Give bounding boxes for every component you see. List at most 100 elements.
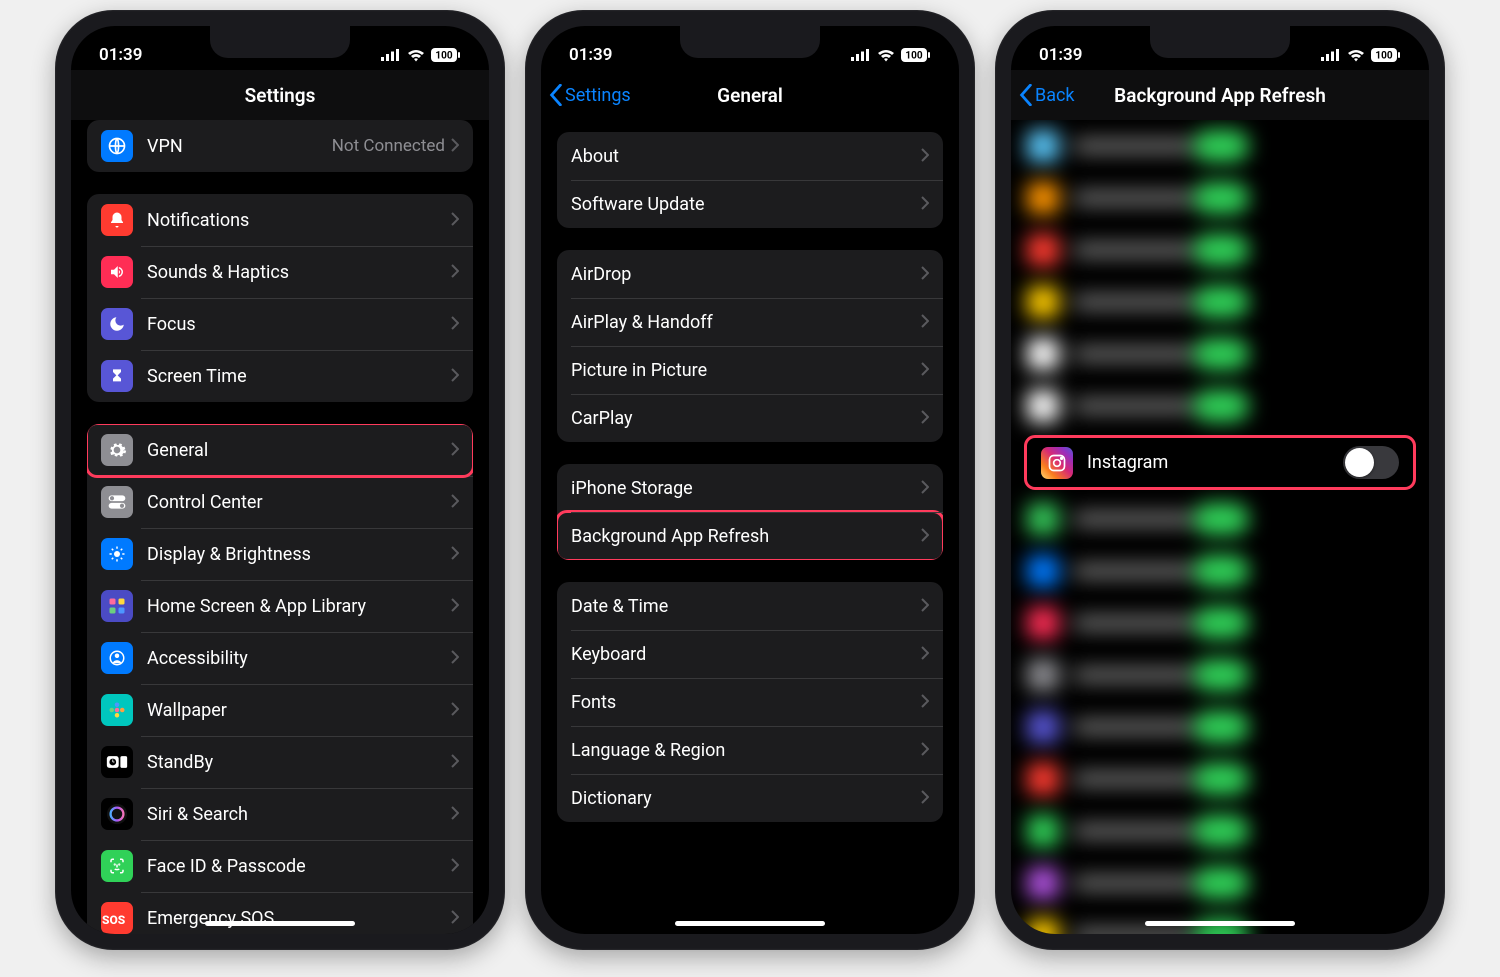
row-label: Wallpaper [147,700,451,721]
status-time: 01:39 [99,45,142,65]
settings-row[interactable]: Control Center [87,476,473,528]
chevron-right-icon [451,909,459,928]
chevron-right-icon [921,645,929,664]
settings-row[interactable]: Accessibility [87,632,473,684]
settings-row[interactable]: Language & Region [557,726,943,774]
row-label: Focus [147,314,451,335]
settings-row[interactable]: General [87,424,473,476]
nav-bar: Settings [71,70,489,120]
settings-row[interactable]: Wallpaper [87,684,473,736]
sos-icon: SOS [101,902,133,934]
phone-settings: 01:39 100 Settings VPN Not Connected Not… [55,10,505,950]
chevron-right-icon [921,409,929,428]
person-icon [101,642,133,674]
settings-row[interactable]: Dictionary [557,774,943,822]
toggle-instagram[interactable] [1343,446,1399,479]
settings-row[interactable]: Keyboard [557,630,943,678]
home-indicator[interactable] [205,921,355,926]
chevron-right-icon [921,265,929,284]
chevron-right-icon [451,211,459,230]
settings-row[interactable]: Fonts [557,678,943,726]
chevron-right-icon [921,313,929,332]
settings-list[interactable]: VPN Not Connected NotificationsSounds & … [71,120,489,934]
settings-row[interactable]: Display & Brightness [87,528,473,580]
home-indicator[interactable] [1145,921,1295,926]
row-label: iPhone Storage [571,478,921,499]
page-title: General [717,84,783,107]
settings-row[interactable]: Siri & Search [87,788,473,840]
chevron-right-icon [451,367,459,386]
settings-row[interactable]: Face ID & Passcode [87,840,473,892]
settings-row[interactable]: AirPlay & Handoff [557,298,943,346]
chevron-right-icon [921,147,929,166]
back-button[interactable]: Settings [549,84,631,106]
battery-icon: 100 [1371,48,1401,62]
back-label: Settings [565,85,631,106]
settings-row[interactable]: Notifications [87,194,473,246]
settings-row[interactable]: Background App Refresh [557,512,943,560]
row-label: AirDrop [571,264,921,285]
row-label: About [571,146,921,167]
row-label: Language & Region [571,740,921,761]
row-label: General [147,440,451,461]
settings-row[interactable]: Sounds & Haptics [87,246,473,298]
chevron-right-icon [921,527,929,546]
moon-icon [101,308,133,340]
cellular-icon [851,49,871,61]
standby-icon [101,746,133,778]
app-row-instagram[interactable]: Instagram [1027,438,1413,487]
home-indicator[interactable] [675,921,825,926]
settings-row[interactable]: iPhone Storage [557,464,943,512]
blurred-app-row [1027,493,1413,545]
wifi-icon [877,49,895,62]
settings-row[interactable]: Software Update [557,180,943,228]
blurred-app-row [1027,753,1413,805]
battery-icon: 100 [431,48,461,62]
settings-row[interactable]: SOSEmergency SOS [87,892,473,934]
chevron-right-icon [921,693,929,712]
row-label: Home Screen & App Library [147,596,451,617]
settings-row[interactable]: CarPlay [557,394,943,442]
back-label: Back [1035,85,1075,106]
blurred-app-row [1027,224,1413,276]
page-title: Background App Refresh [1114,84,1326,107]
bell-icon [101,204,133,236]
blurred-app-row [1027,545,1413,597]
settings-row[interactable]: About [557,132,943,180]
settings-row-vpn[interactable]: VPN Not Connected [87,120,473,172]
chevron-right-icon [921,195,929,214]
settings-row[interactable]: Screen Time [87,350,473,402]
instagram-icon [1041,447,1073,479]
row-label: Control Center [147,492,451,513]
bar-list[interactable]: Instagram [1011,120,1429,934]
flower-icon [101,694,133,726]
nav-bar: Settings General [541,70,959,120]
row-label: Background App Refresh [571,526,921,547]
settings-row[interactable]: Home Screen & App Library [87,580,473,632]
blurred-app-row [1027,120,1413,172]
row-label: Face ID & Passcode [147,856,451,877]
settings-row[interactable]: Date & Time [557,582,943,630]
back-button[interactable]: Back [1019,84,1075,106]
general-list[interactable]: About Software Update AirDrop AirPlay & Ha… [541,120,959,934]
row-label: AirPlay & Handoff [571,312,921,333]
vpn-icon [101,130,133,162]
settings-row[interactable]: Picture in Picture [557,346,943,394]
settings-row[interactable]: StandBy [87,736,473,788]
chevron-right-icon [451,649,459,668]
phone-bar: 01:39 100 Back Background App Refresh [995,10,1445,950]
notch [1150,26,1290,58]
apps-icon [101,590,133,622]
settings-row[interactable]: AirDrop [557,250,943,298]
chevron-right-icon [451,441,459,460]
chevron-right-icon [451,597,459,616]
chevron-right-icon [921,597,929,616]
settings-row[interactable]: Focus [87,298,473,350]
app-label: Instagram [1087,452,1343,473]
svg-text:100: 100 [1375,51,1392,62]
row-label: Display & Brightness [147,544,451,565]
row-label: Picture in Picture [571,360,921,381]
row-label: Accessibility [147,648,451,669]
chevron-right-icon [451,493,459,512]
chevron-right-icon [451,545,459,564]
